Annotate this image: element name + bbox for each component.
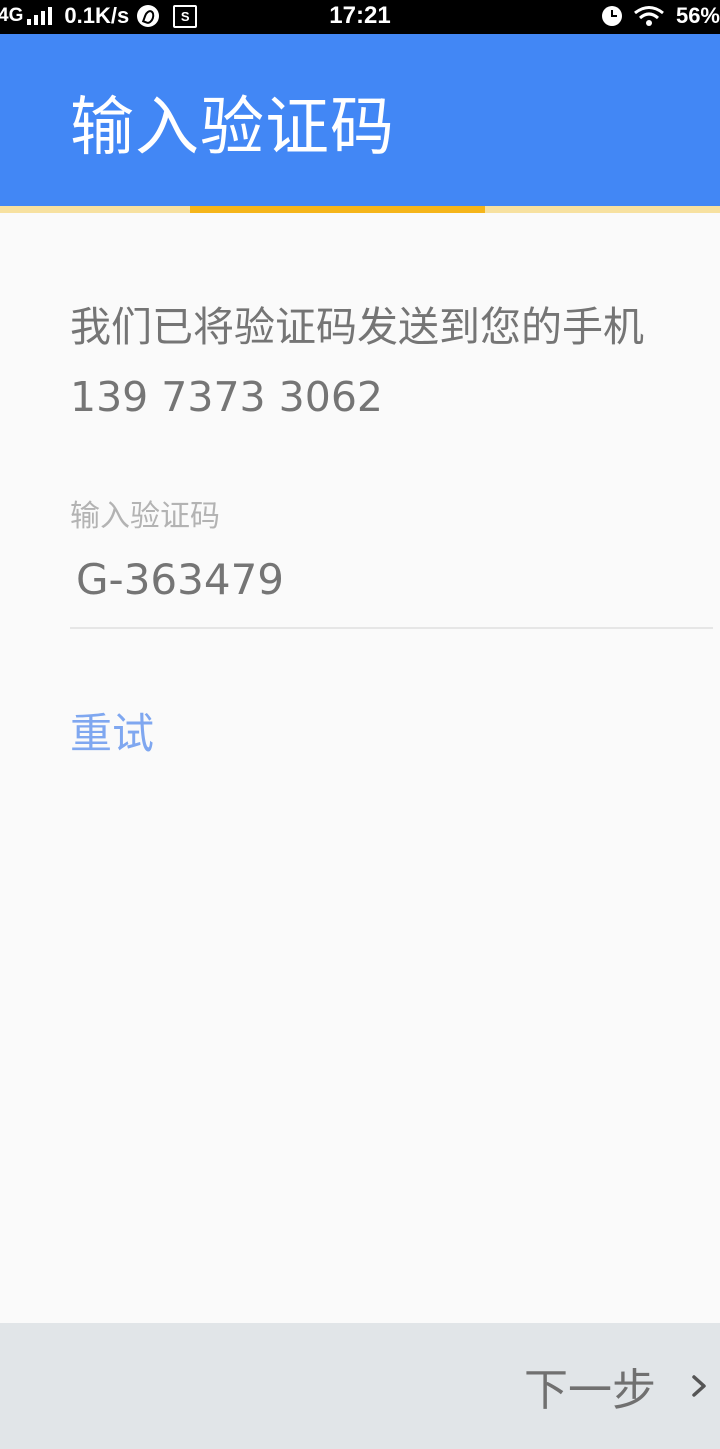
chevron-right-icon <box>692 1375 706 1397</box>
code-field-label: 输入验证码 <box>70 499 220 534</box>
page-title: 输入验证码 <box>70 91 395 165</box>
code-input-underline <box>70 627 713 629</box>
next-step-label: 下一步 <box>524 1365 656 1416</box>
status-right-group: 56% <box>601 1 720 31</box>
wifi-icon <box>634 6 664 26</box>
step-progress-indicator <box>190 206 485 213</box>
alarm-clock-icon <box>601 6 622 26</box>
verification-code-input[interactable] <box>70 549 713 609</box>
verification-message: 我们已将验证码发送到您的手机 139 7373 3062 <box>70 303 644 421</box>
bottom-nav-bar: 下一步 <box>0 1323 720 1449</box>
app-bar: 输入验证码 <box>0 34 720 206</box>
retry-button[interactable]: 重试 <box>70 706 154 762</box>
next-step-button[interactable]: 下一步 <box>524 1323 710 1449</box>
status-bar: 4G 0.1K/s S 17:21 56% <box>0 0 720 34</box>
battery-level: 56% <box>675 3 720 28</box>
